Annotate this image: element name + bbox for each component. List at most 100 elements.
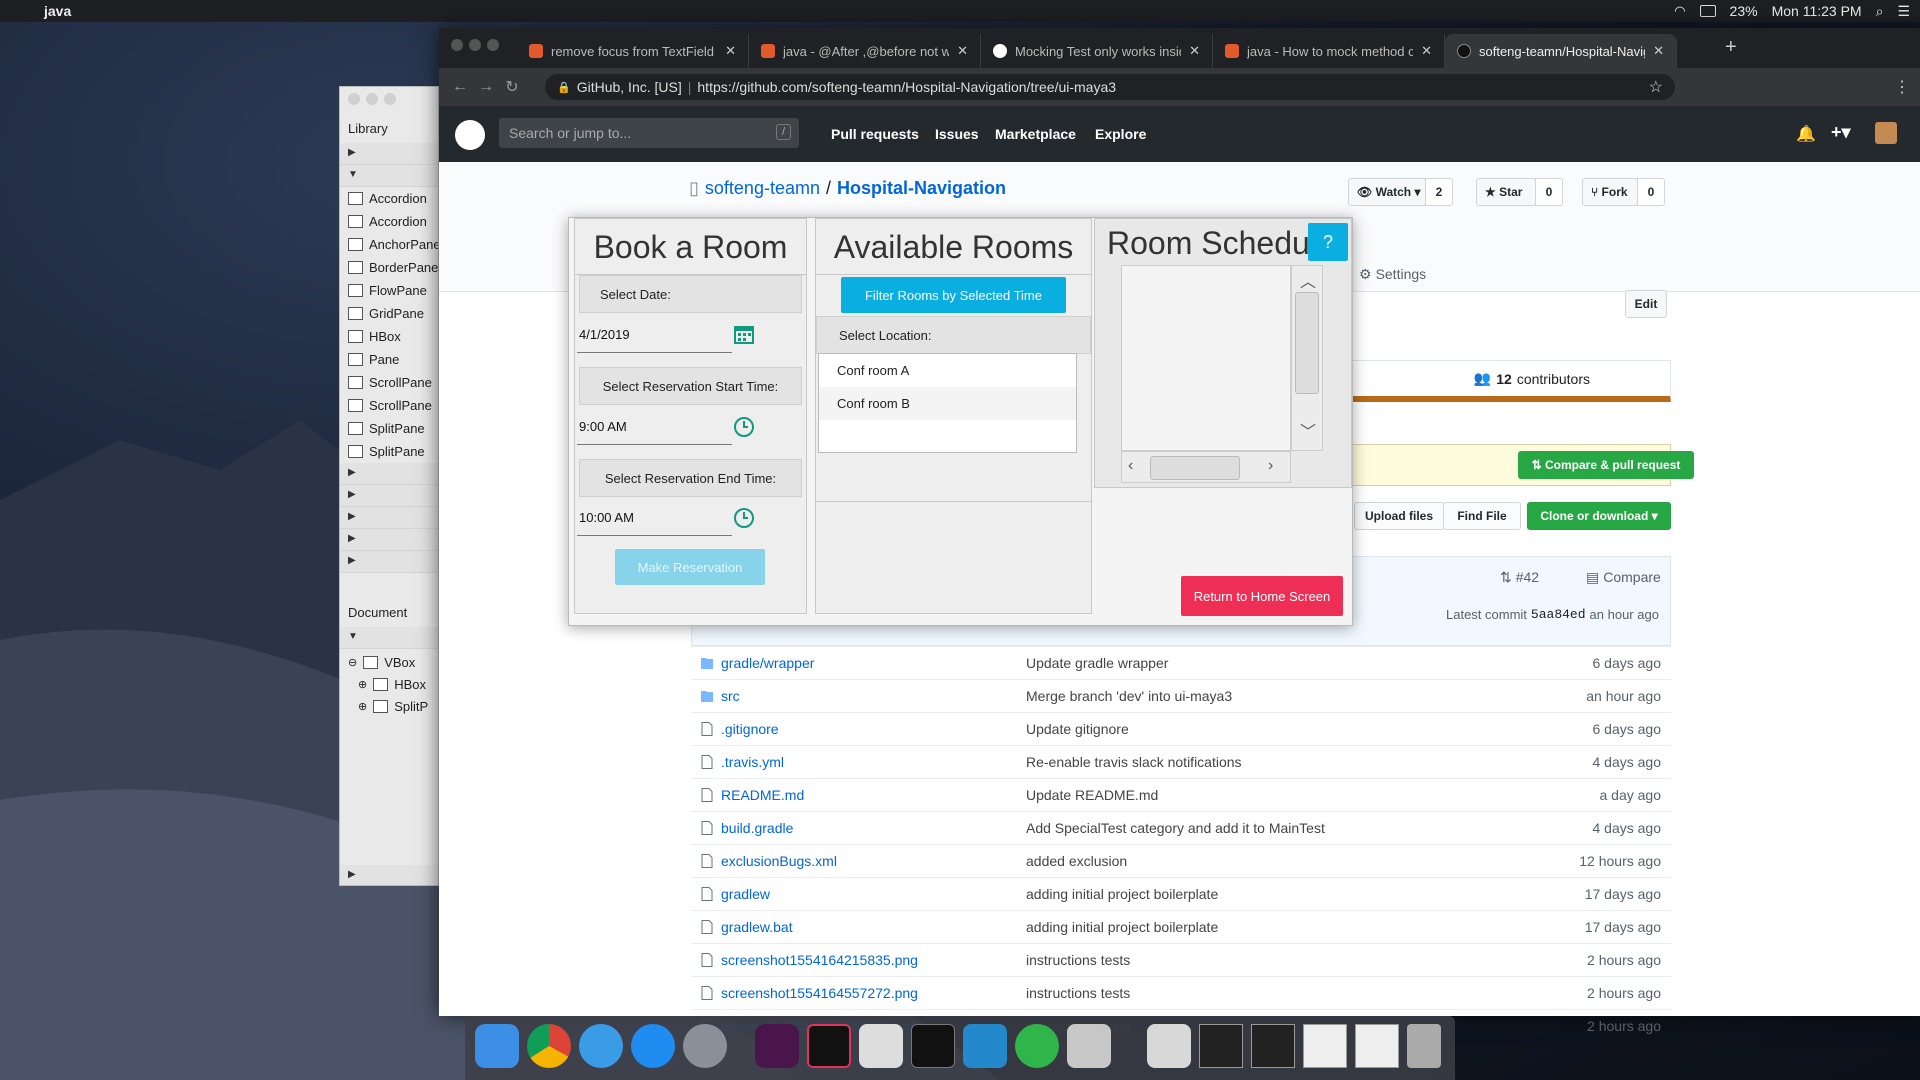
library-item[interactable]: BorderPane xyxy=(348,256,438,278)
horizontal-scrollbar[interactable]: ‹ › xyxy=(1121,451,1291,483)
repo-name-link[interactable]: Hospital-Navigation xyxy=(837,178,1006,199)
help-button[interactable]: ? xyxy=(1308,223,1348,261)
tree-item-hbox[interactable]: ⊕ HBox xyxy=(358,673,426,695)
filter-rooms-button[interactable]: Filter Rooms by Selected Time xyxy=(841,277,1066,313)
commit-message-link[interactable]: Update README.md xyxy=(1026,787,1531,803)
file-name-link[interactable]: gradlew xyxy=(721,886,1026,902)
tree-item-vbox[interactable]: ⊖ VBox xyxy=(348,651,415,673)
nav-pull-requests[interactable]: Pull requests xyxy=(831,126,919,142)
omnibox[interactable]: 🔒 GitHub, Inc. [US] | https://github.com… xyxy=(545,74,1675,100)
reload-icon[interactable]: ↻ xyxy=(499,77,525,97)
return-home-button[interactable]: Return to Home Screen xyxy=(1181,576,1343,616)
avatar[interactable] xyxy=(1875,122,1897,144)
spotlight-icon[interactable]: ⌕ xyxy=(1876,3,1884,20)
wifi-icon[interactable]: ◠ xyxy=(1674,3,1685,19)
intellij-icon[interactable] xyxy=(807,1024,851,1068)
library-section-collapsed[interactable]: ▶ xyxy=(340,143,438,165)
room-list[interactable]: Conf room A Conf room B xyxy=(818,353,1077,453)
chrome-icon[interactable] xyxy=(527,1024,571,1068)
close-tab-icon[interactable]: ✕ xyxy=(957,43,968,59)
scroll-down-icon[interactable]: ﹀ xyxy=(1300,418,1316,442)
fork-count[interactable]: 0 xyxy=(1637,178,1665,206)
library-section-collapsed[interactable]: ▶ xyxy=(340,463,438,485)
url-text[interactable]: https://github.com/softeng-teamn/Hospita… xyxy=(697,79,1116,95)
java-icon[interactable] xyxy=(1067,1024,1111,1068)
end-time-field[interactable]: 10:00 AM xyxy=(577,500,732,536)
library-item[interactable]: SplitPane xyxy=(348,440,425,462)
commit-message-link[interactable]: Merge branch 'dev' into ui-maya3 xyxy=(1026,688,1531,704)
zoom-dot-icon[interactable] xyxy=(487,39,499,51)
file-name-link[interactable]: exclusionBugs.xml xyxy=(721,853,1026,869)
commit-message-link[interactable]: Re-enable travis slack notifications xyxy=(1026,754,1531,770)
library-item[interactable]: AnchorPane xyxy=(348,233,438,255)
star-count[interactable]: 0 xyxy=(1535,178,1563,206)
commit-message-link[interactable]: instructions tests xyxy=(1026,952,1531,968)
safari-icon[interactable] xyxy=(579,1024,623,1068)
tab-settings[interactable]: ⚙ Settings xyxy=(1359,266,1426,283)
browser-tab-active[interactable]: softeng-teamn/Hospital-Navig ✕ xyxy=(1445,34,1677,68)
scene-builder-icon[interactable] xyxy=(859,1024,903,1068)
nav-explore[interactable]: Explore xyxy=(1095,126,1146,142)
start-time-field[interactable]: 9:00 AM xyxy=(577,409,732,445)
contributors-label[interactable]: contributors xyxy=(1517,371,1590,387)
vertical-scrollbar[interactable]: ︿ ﹀ xyxy=(1291,265,1323,451)
commit-message-link[interactable]: Update gitignore xyxy=(1026,721,1531,737)
scroll-right-icon[interactable]: › xyxy=(1268,457,1273,475)
github-logo-icon[interactable] xyxy=(455,120,485,150)
window-thumbnail-icon[interactable] xyxy=(1303,1024,1347,1068)
forward-icon[interactable]: → xyxy=(473,78,499,96)
zoom-dot-icon[interactable] xyxy=(384,93,396,105)
sync-app-icon[interactable] xyxy=(1015,1024,1059,1068)
commit-message-link[interactable]: adding initial project boilerplate xyxy=(1026,886,1531,902)
file-name-link[interactable]: build.gradle xyxy=(721,820,1026,836)
compare-link[interactable]: ▤ Compare xyxy=(1586,569,1661,586)
room-list-item[interactable]: Conf room B xyxy=(819,387,1076,420)
document-section-collapsed[interactable]: ▶ xyxy=(340,865,438,885)
library-item[interactable]: ScrollPane xyxy=(348,371,432,393)
nav-marketplace[interactable]: Marketplace xyxy=(995,126,1076,142)
library-section-collapsed[interactable]: ▶ xyxy=(340,507,438,529)
clock[interactable]: Mon 11:23 PM xyxy=(1772,3,1862,19)
new-tab-icon[interactable]: + xyxy=(1725,36,1737,59)
minimize-dot-icon[interactable] xyxy=(469,39,481,51)
jar-file-icon[interactable] xyxy=(1147,1024,1191,1068)
room-list-item[interactable]: Conf room A xyxy=(819,354,1076,387)
library-item[interactable]: Pane xyxy=(348,348,399,370)
window-thumbnail-icon[interactable] xyxy=(1199,1024,1243,1068)
horizontal-scroll-thumb[interactable] xyxy=(1150,456,1240,480)
browser-tab[interactable]: java - @After ,@before not wor ✕ xyxy=(749,34,981,68)
calendar-icon[interactable] xyxy=(733,323,755,345)
clock-icon[interactable] xyxy=(733,507,755,529)
vscode-icon[interactable] xyxy=(963,1024,1007,1068)
app-store-icon[interactable] xyxy=(631,1024,675,1068)
date-picker-field[interactable]: 4/1/2019 xyxy=(577,317,732,353)
commit-message-link[interactable]: added exclusion xyxy=(1026,853,1531,869)
back-icon[interactable]: ← xyxy=(447,78,473,96)
battery-icon[interactable] xyxy=(1699,5,1716,17)
close-dot-icon[interactable] xyxy=(451,39,463,51)
file-name-link[interactable]: screenshot1554164557272.png xyxy=(721,985,1026,1001)
file-name-link[interactable]: gradlew.bat xyxy=(721,919,1026,935)
pr-ref[interactable]: ⇅ #42 xyxy=(1500,569,1539,586)
file-name-link[interactable]: src xyxy=(721,688,1026,704)
clock-icon[interactable] xyxy=(733,416,755,438)
library-item[interactable]: Accordion xyxy=(348,210,427,232)
commit-message-link[interactable]: Update gradle wrapper xyxy=(1026,655,1531,671)
schedule-scroll-area[interactable] xyxy=(1121,265,1291,451)
minimize-dot-icon[interactable] xyxy=(366,93,378,105)
bookmark-star-icon[interactable]: ☆ xyxy=(1649,77,1663,97)
edit-button[interactable]: Edit xyxy=(1625,290,1667,318)
file-name-link[interactable]: gradle/wrapper xyxy=(721,655,1026,671)
browser-tab[interactable]: Mocking Test only works inside ✕ xyxy=(981,34,1213,68)
file-name-link[interactable]: screenshot1554164215835.png xyxy=(721,952,1026,968)
watch-button[interactable]: 👁 Watch ▾ xyxy=(1348,178,1426,206)
star-button[interactable]: ★ Star xyxy=(1476,178,1536,206)
compare-pull-request-button[interactable]: ⇅ Compare & pull request xyxy=(1518,451,1694,479)
commit-message-link[interactable]: instructions tests xyxy=(1026,985,1531,1001)
close-tab-icon[interactable]: ✕ xyxy=(1189,43,1200,59)
library-item[interactable]: SplitPane xyxy=(348,417,425,439)
library-item[interactable]: FlowPane xyxy=(348,279,427,301)
file-name-link[interactable]: README.md xyxy=(721,787,1026,803)
nav-issues[interactable]: Issues xyxy=(935,126,979,142)
window-thumbnail-icon[interactable] xyxy=(1251,1024,1295,1068)
